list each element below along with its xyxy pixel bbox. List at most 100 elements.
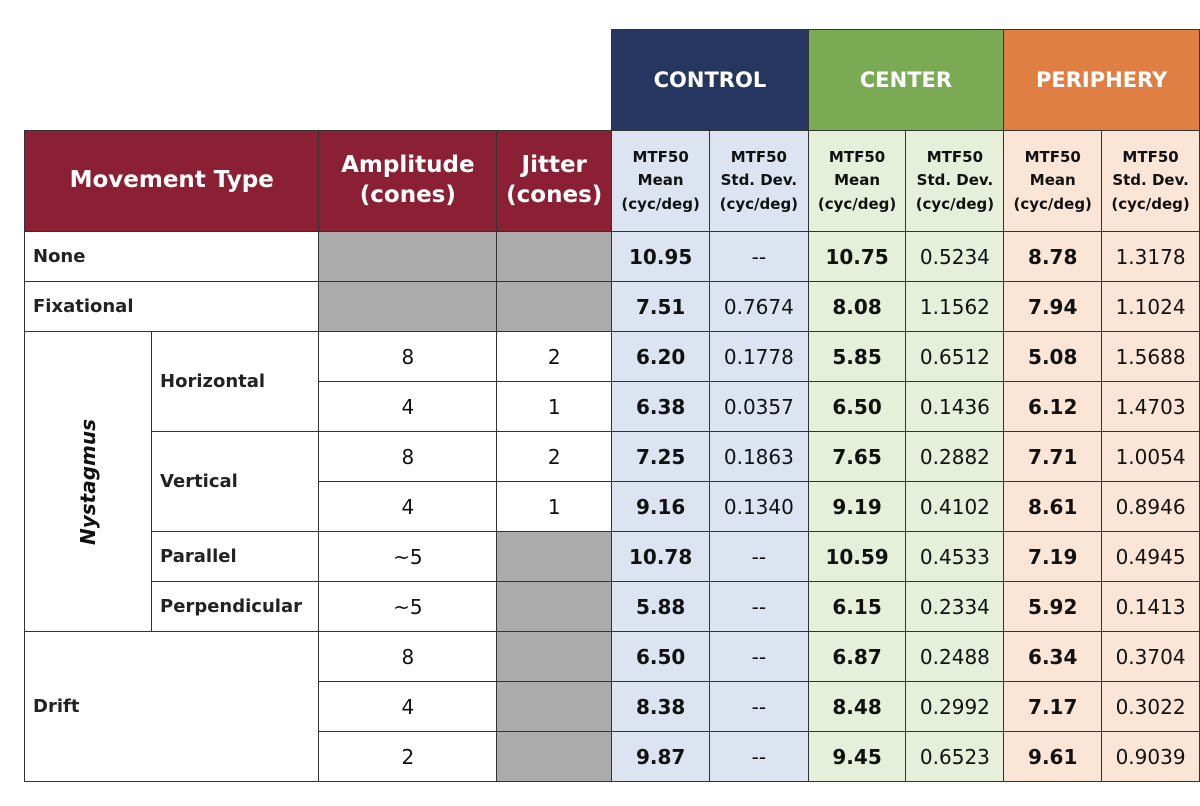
control-mean-cell: 9.16 xyxy=(611,481,711,532)
header-control-mean: MTF50 Mean (cyc/deg) xyxy=(611,130,711,232)
periphery-mean-cell: 5.08 xyxy=(1003,331,1103,382)
table-row: Vertical 8 2 7.25 0.1863 7.65 0.2882 7.71 1.0… xyxy=(25,431,1200,532)
control-std-cell: 0.1863 xyxy=(709,431,809,482)
control-std-cell: -- xyxy=(709,681,809,732)
periphery-std-cell: 0.8946 xyxy=(1101,481,1200,532)
amplitude-cell: 8 xyxy=(318,631,498,682)
amplitude-cell: ~5 xyxy=(318,581,498,632)
label-parallel: Parallel xyxy=(151,531,320,582)
center-std-cell: 0.4102 xyxy=(905,481,1005,532)
amplitude-cell: ~5 xyxy=(318,531,498,582)
center-std-cell: 1.1562 xyxy=(905,281,1005,332)
center-std-cell: 0.6512 xyxy=(905,331,1005,382)
header-periphery-mean: MTF50 Mean (cyc/deg) xyxy=(1003,130,1103,232)
jitter-cell: 2 xyxy=(496,431,613,482)
center-mean-cell: 8.08 xyxy=(807,281,907,332)
empty-cell xyxy=(496,581,613,632)
empty-cell xyxy=(496,281,613,332)
center-std-cell: 0.5234 xyxy=(905,231,1005,282)
periphery-std-cell: 1.4703 xyxy=(1101,381,1200,432)
label-vertical: Vertical xyxy=(151,431,320,532)
table-row: Drift 8 6.50 -- 6.87 0.2488 6.34 0.3704 xyxy=(23,631,1200,782)
control-std-cell: -- xyxy=(709,531,809,582)
control-std-cell: -- xyxy=(709,631,809,682)
periphery-mean-cell: 7.94 xyxy=(1003,281,1103,332)
control-std-cell: -- xyxy=(709,581,809,632)
periphery-std-cell: 1.5688 xyxy=(1101,331,1200,382)
empty-cell xyxy=(496,681,613,732)
center-std-cell: 0.6523 xyxy=(905,731,1005,782)
periphery-mean-cell: 7.17 xyxy=(1003,681,1103,732)
group-header-center: CENTER xyxy=(807,29,1005,131)
center-mean-cell: 6.87 xyxy=(807,631,907,682)
periphery-std-cell: 0.3022 xyxy=(1101,681,1200,732)
periphery-mean-cell: 6.34 xyxy=(1003,631,1103,682)
control-std-cell: 0.7674 xyxy=(709,281,809,332)
jitter-cell: 1 xyxy=(496,481,613,532)
control-std-cell: -- xyxy=(709,231,809,282)
amplitude-cell: 4 xyxy=(318,681,498,732)
header-movement-type: Movement Type xyxy=(23,130,320,232)
center-mean-cell: 7.65 xyxy=(807,431,907,482)
center-std-cell: 0.1436 xyxy=(905,381,1005,432)
center-std-cell: 0.2992 xyxy=(905,681,1005,732)
header-jitter: Jitter (cones) xyxy=(496,130,613,232)
amplitude-cell: 4 xyxy=(318,381,498,432)
mtf50-results-table: CONTROL CENTER PERIPHERY Movement Type A… xyxy=(23,29,1200,782)
jitter-cell: 1 xyxy=(496,381,613,432)
control-std-cell: 0.0357 xyxy=(709,381,809,432)
header-periphery-std: MTF50 Std. Dev. (cyc/deg) xyxy=(1101,130,1200,232)
periphery-mean-cell: 8.61 xyxy=(1003,481,1103,532)
jitter-cell: 2 xyxy=(496,331,613,382)
control-std-cell: -- xyxy=(709,731,809,782)
empty-cell xyxy=(318,281,498,332)
control-mean-cell: 6.38 xyxy=(611,381,711,432)
center-mean-cell: 10.75 xyxy=(807,231,907,282)
control-mean-cell: 9.87 xyxy=(611,731,711,782)
table-row: Fixational 7.51 0.7674 8.08 1.1562 7.94 1.102… xyxy=(23,281,1200,332)
control-std-cell: 0.1778 xyxy=(709,331,809,382)
center-mean-cell: 6.50 xyxy=(807,381,907,432)
periphery-mean-cell: 8.78 xyxy=(1003,231,1103,282)
center-std-cell: 0.2882 xyxy=(905,431,1005,482)
header-center-std: MTF50 Std. Dev. (cyc/deg) xyxy=(905,130,1005,232)
periphery-std-cell: 1.1024 xyxy=(1101,281,1200,332)
center-std-cell: 0.4533 xyxy=(905,531,1005,582)
header-center-mean: MTF50 Mean (cyc/deg) xyxy=(807,130,907,232)
table-row: Parallel ~5 10.78 -- 10.59 0.4533 7.19 0.4945 xyxy=(25,531,1200,582)
table-row: Nystagmus Horizontal 8 2 6.20 0.1778 5.85 0… xyxy=(23,331,1200,632)
empty-cell xyxy=(496,731,613,782)
label-drift: Drift xyxy=(23,631,320,782)
label-none: None xyxy=(23,231,320,282)
control-mean-cell: 7.51 xyxy=(611,281,711,332)
group-header-control: CONTROL xyxy=(611,29,809,131)
periphery-std-cell: 1.0054 xyxy=(1101,431,1200,482)
center-mean-cell: 10.59 xyxy=(807,531,907,582)
header-control-std: MTF50 Std. Dev. (cyc/deg) xyxy=(709,130,809,232)
control-mean-cell: 6.50 xyxy=(611,631,711,682)
blank-corner xyxy=(24,29,612,131)
center-mean-cell: 9.45 xyxy=(807,731,907,782)
table-row: None 10.95 -- 10.75 0.5234 8.78 1.3178 xyxy=(23,231,1200,282)
center-std-cell: 0.2488 xyxy=(905,631,1005,682)
table-row: Perpendicular ~5 5.88 -- 6.15 0.2334 5.92 0.1… xyxy=(25,581,1200,632)
control-std-cell: 0.1340 xyxy=(709,481,809,532)
periphery-mean-cell: 5.92 xyxy=(1003,581,1103,632)
center-mean-cell: 9.19 xyxy=(807,481,907,532)
center-mean-cell: 8.48 xyxy=(807,681,907,732)
amplitude-cell: 8 xyxy=(318,331,498,382)
control-mean-cell: 7.25 xyxy=(611,431,711,482)
periphery-std-cell: 1.3178 xyxy=(1101,231,1200,282)
control-mean-cell: 6.20 xyxy=(611,331,711,382)
amplitude-cell: 8 xyxy=(318,431,498,482)
label-nystagmus: Nystagmus xyxy=(23,331,153,632)
center-mean-cell: 5.85 xyxy=(807,331,907,382)
periphery-mean-cell: 7.71 xyxy=(1003,431,1103,482)
periphery-mean-cell: 6.12 xyxy=(1003,381,1103,432)
periphery-mean-cell: 7.19 xyxy=(1003,531,1103,582)
periphery-std-cell: 0.9039 xyxy=(1101,731,1200,782)
center-std-cell: 0.2334 xyxy=(905,581,1005,632)
label-perpendicular: Perpendicular xyxy=(151,581,320,632)
amplitude-cell: 2 xyxy=(318,731,498,782)
empty-cell xyxy=(318,231,498,282)
